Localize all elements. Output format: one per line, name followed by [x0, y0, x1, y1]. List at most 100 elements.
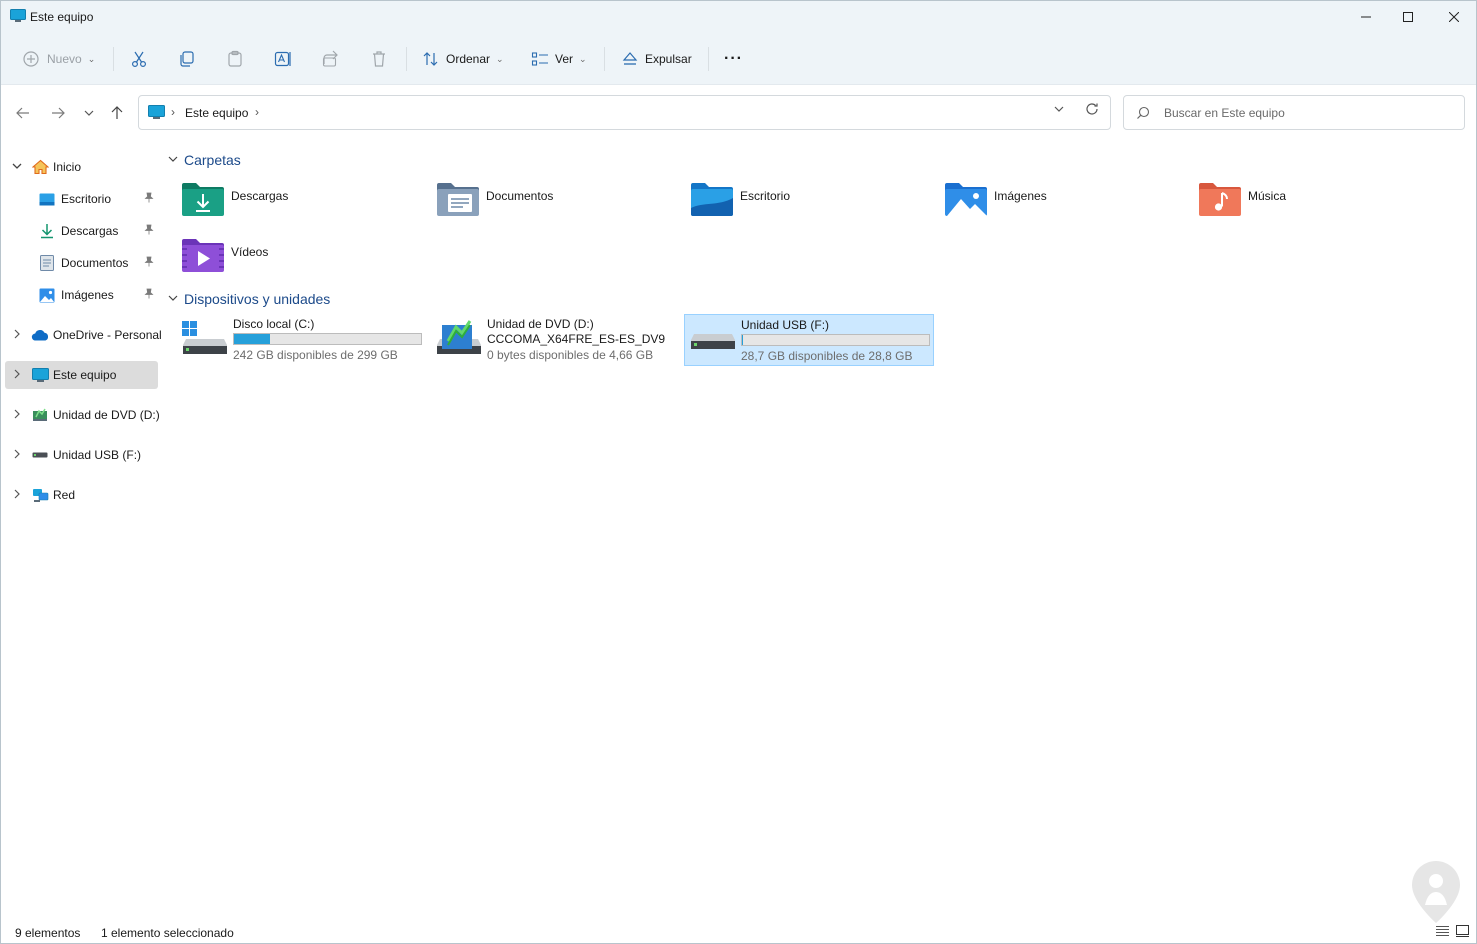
- breadcrumb-chevron-icon[interactable]: ›: [255, 105, 259, 119]
- arrow-right-icon: [52, 107, 65, 119]
- chevron-right-icon[interactable]: [11, 329, 23, 342]
- folder-label: Descargas: [231, 189, 289, 203]
- pin-icon: [144, 288, 154, 302]
- new-button[interactable]: Nuevo ⌄: [21, 43, 95, 75]
- sidebar-item-imagenes[interactable]: Imágenes: [5, 281, 158, 309]
- breadcrumb-chevron-icon[interactable]: ›: [171, 105, 175, 119]
- sidebar-item-red[interactable]: Red: [5, 481, 158, 509]
- sidebar-item-onedrive[interactable]: OneDrive - Personal: [5, 321, 162, 349]
- tiles-view-icon: [1455, 925, 1469, 937]
- copy-button[interactable]: [177, 43, 197, 75]
- folder-documentos[interactable]: Documentos: [436, 181, 676, 227]
- back-button[interactable]: [11, 101, 35, 125]
- dvd-drive-icon: [31, 407, 49, 423]
- folder-escritorio[interactable]: Escritorio: [690, 181, 930, 227]
- chevron-right-icon[interactable]: [11, 449, 23, 462]
- details-view-button[interactable]: [1434, 924, 1450, 938]
- sidebar-item-dvd[interactable]: Unidad de DVD (D:): [5, 401, 160, 429]
- eject-button[interactable]: Expulsar: [620, 43, 692, 75]
- sort-button[interactable]: Ordenar ⌄: [421, 43, 504, 75]
- sidebar-item-label: Red: [53, 488, 76, 502]
- folder-descargas[interactable]: Descargas: [181, 181, 421, 227]
- sidebar-item-descargas[interactable]: Descargas: [5, 217, 158, 245]
- minimize-button[interactable]: [1343, 1, 1389, 33]
- refresh-button[interactable]: [1085, 102, 1099, 120]
- more-icon: ···: [724, 50, 743, 67]
- pin-icon: [144, 224, 154, 238]
- folder-label: Música: [1248, 189, 1287, 203]
- sidebar-item-documentos[interactable]: Documentos: [5, 249, 158, 277]
- breadcrumb-este-equipo[interactable]: Este equipo: [185, 106, 248, 120]
- folder-musica[interactable]: Música: [1198, 181, 1438, 227]
- search-input[interactable]: [1164, 105, 1454, 121]
- tiles-view-button[interactable]: [1454, 924, 1470, 938]
- folder-imagenes[interactable]: Imágenes: [944, 181, 1184, 227]
- share-button[interactable]: [321, 43, 341, 75]
- computer-icon: [10, 9, 26, 22]
- chevron-down-icon: ⌄: [579, 53, 587, 64]
- disk-usage-fill: [742, 335, 743, 345]
- view-label: Ver: [555, 52, 574, 66]
- chevron-down-icon[interactable]: [11, 161, 23, 174]
- pin-icon: [144, 192, 154, 206]
- search-box[interactable]: [1123, 95, 1465, 130]
- sidebar-item-este-equipo[interactable]: Este equipo: [5, 361, 158, 389]
- chevron-right-icon[interactable]: [11, 369, 23, 382]
- folder-label: Imágenes: [994, 189, 1047, 203]
- window-chrome: Este equipo Nuevo ⌄ Ordenar ⌄ Ver ⌄ Expu…: [1, 1, 1476, 85]
- delete-button[interactable]: [369, 43, 389, 75]
- arrow-left-icon: [16, 107, 29, 119]
- clipboard-icon: [228, 50, 242, 67]
- documents-folder-icon: [437, 183, 479, 216]
- sidebar-item-inicio[interactable]: Inicio: [5, 153, 158, 181]
- chevron-right-icon[interactable]: [11, 409, 23, 422]
- sidebar-item-label: Este equipo: [53, 368, 117, 382]
- up-button[interactable]: [105, 101, 129, 125]
- section-header-dispositivos[interactable]: Dispositivos y unidades: [168, 290, 330, 308]
- copy-icon: [180, 51, 194, 67]
- section-title: Dispositivos y unidades: [184, 291, 331, 307]
- disk-usage-bar: [741, 334, 930, 346]
- section-header-carpetas[interactable]: Carpetas: [168, 151, 241, 169]
- close-icon: [1449, 12, 1459, 22]
- refresh-icon: [1086, 103, 1098, 115]
- chevron-right-icon[interactable]: [11, 489, 23, 502]
- more-options-button[interactable]: ···: [724, 43, 743, 75]
- paste-button[interactable]: [225, 43, 245, 75]
- maximize-button[interactable]: [1385, 1, 1431, 33]
- drive-d[interactable]: Unidad de DVD (D:) CCCOMA_X64FRE_ES-ES_D…: [437, 314, 688, 366]
- sidebar-item-usb[interactable]: Unidad USB (F:): [5, 441, 158, 469]
- close-button[interactable]: [1431, 1, 1477, 33]
- address-bar[interactable]: › Este equipo ›: [138, 95, 1111, 130]
- recent-locations-button[interactable]: [77, 101, 101, 125]
- navigation-pane: Inicio Escritorio Descargas Documentos I…: [1, 147, 162, 917]
- usb-drive-icon: [31, 447, 49, 463]
- folder-videos[interactable]: Vídeos: [181, 237, 421, 283]
- eject-label: Expulsar: [645, 52, 692, 66]
- section-title: Carpetas: [184, 152, 241, 168]
- search-icon: [1137, 106, 1150, 119]
- drive-f[interactable]: Unidad USB (F:) 28,7 GB disponibles de 2…: [684, 314, 934, 366]
- address-dropdown-button[interactable]: [1054, 104, 1064, 117]
- drive-c[interactable]: Disco local (C:) 242 GB disponibles de 2…: [182, 314, 434, 366]
- toolbar-separator: [604, 47, 605, 71]
- sidebar-item-label: Inicio: [53, 160, 82, 174]
- view-button[interactable]: Ver ⌄: [530, 43, 587, 75]
- title-bar[interactable]: Este equipo: [1, 1, 1476, 33]
- new-label: Nuevo: [47, 52, 82, 66]
- toolbar-separator: [406, 47, 407, 71]
- sidebar-item-escritorio[interactable]: Escritorio: [5, 185, 158, 213]
- dvd-drive-icon: [437, 320, 481, 354]
- cut-button[interactable]: [129, 43, 149, 75]
- folder-label: Escritorio: [740, 189, 791, 203]
- sort-icon: [423, 52, 438, 66]
- disk-usage-bar: [233, 333, 422, 345]
- forward-button[interactable]: [46, 101, 70, 125]
- maximize-icon: [1403, 12, 1413, 22]
- sidebar-item-label: Descargas: [61, 224, 119, 238]
- desktop-icon: [38, 191, 56, 207]
- sidebar-item-label: Escritorio: [61, 192, 112, 206]
- chevron-down-icon: ⌄: [496, 53, 504, 64]
- local-disk-icon: [182, 321, 227, 354]
- rename-button[interactable]: [273, 43, 293, 75]
